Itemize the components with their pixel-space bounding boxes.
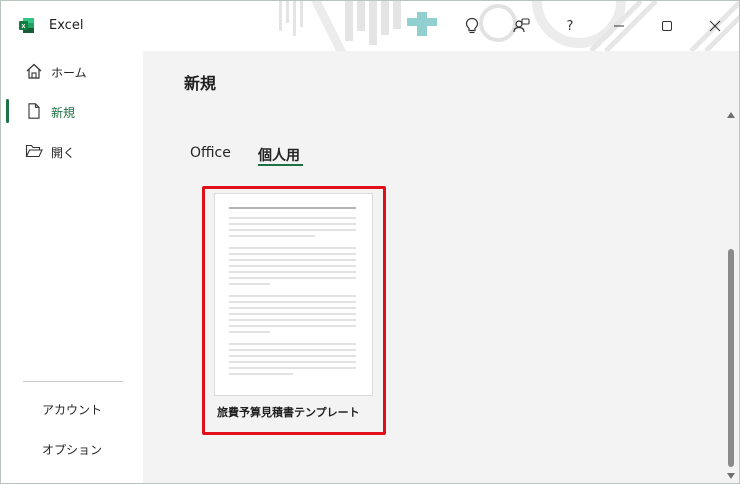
tab-office[interactable]: Office <box>190 145 231 161</box>
template-thumbnail[interactable] <box>214 193 373 396</box>
close-icon <box>709 20 721 32</box>
help-icon: ? <box>566 18 574 34</box>
options-link[interactable]: オプション <box>1 441 143 458</box>
feedback-icon <box>513 18 530 33</box>
open-folder-icon <box>25 144 43 158</box>
scroll-down-arrow-icon[interactable] <box>727 473 735 479</box>
selected-tab-indicator <box>258 164 303 166</box>
document-preview <box>229 207 356 375</box>
account-link[interactable]: アカウント <box>1 401 143 418</box>
home-icon <box>26 63 42 79</box>
feedback-button[interactable] <box>508 13 534 39</box>
scroll-up-arrow-icon[interactable] <box>727 112 735 118</box>
lightbulb-icon <box>465 17 479 34</box>
sidebar-item-label: ホーム <box>51 66 87 80</box>
active-indicator <box>6 99 9 123</box>
close-button[interactable] <box>702 13 728 39</box>
help-button[interactable]: ? <box>557 13 583 39</box>
excel-icon: x <box>19 18 34 33</box>
minimize-button[interactable] <box>606 13 632 39</box>
sidebar-item-label: 開く <box>51 146 76 160</box>
new-document-icon <box>28 103 40 119</box>
sidebar-item-label: 新規 <box>51 106 76 120</box>
sidebar-item-home[interactable]: ホーム <box>1 53 143 89</box>
maximize-icon <box>662 21 672 31</box>
sidebar-item-new[interactable]: 新規 <box>1 93 143 129</box>
svg-text:x: x <box>22 23 26 30</box>
page-title: 新規 <box>184 74 217 93</box>
minimize-icon <box>614 25 624 27</box>
app-title: Excel <box>49 18 84 33</box>
title-bar: x Excel ? <box>1 1 739 51</box>
sidebar-item-open[interactable]: 開く <box>1 133 143 169</box>
template-name[interactable]: 旅費予算見積書テンプレート <box>217 404 360 420</box>
tab-personal[interactable]: 個人用 <box>258 145 300 165</box>
maximize-button[interactable] <box>654 13 680 39</box>
main-panel: 新規 Office 個人用 旅費予算見積書テンプレート <box>143 51 739 483</box>
excel-window: x Excel ? ホーム 新規 開く アカウント オプション 新規 Offic… <box>0 0 740 484</box>
scroll-thumb[interactable] <box>728 249 734 467</box>
vertical-scrollbar[interactable] <box>724 109 738 483</box>
sidebar-divider <box>23 381 123 382</box>
backstage-sidebar: ホーム 新規 開く アカウント オプション <box>1 51 143 483</box>
lightbulb-button[interactable] <box>459 13 485 39</box>
